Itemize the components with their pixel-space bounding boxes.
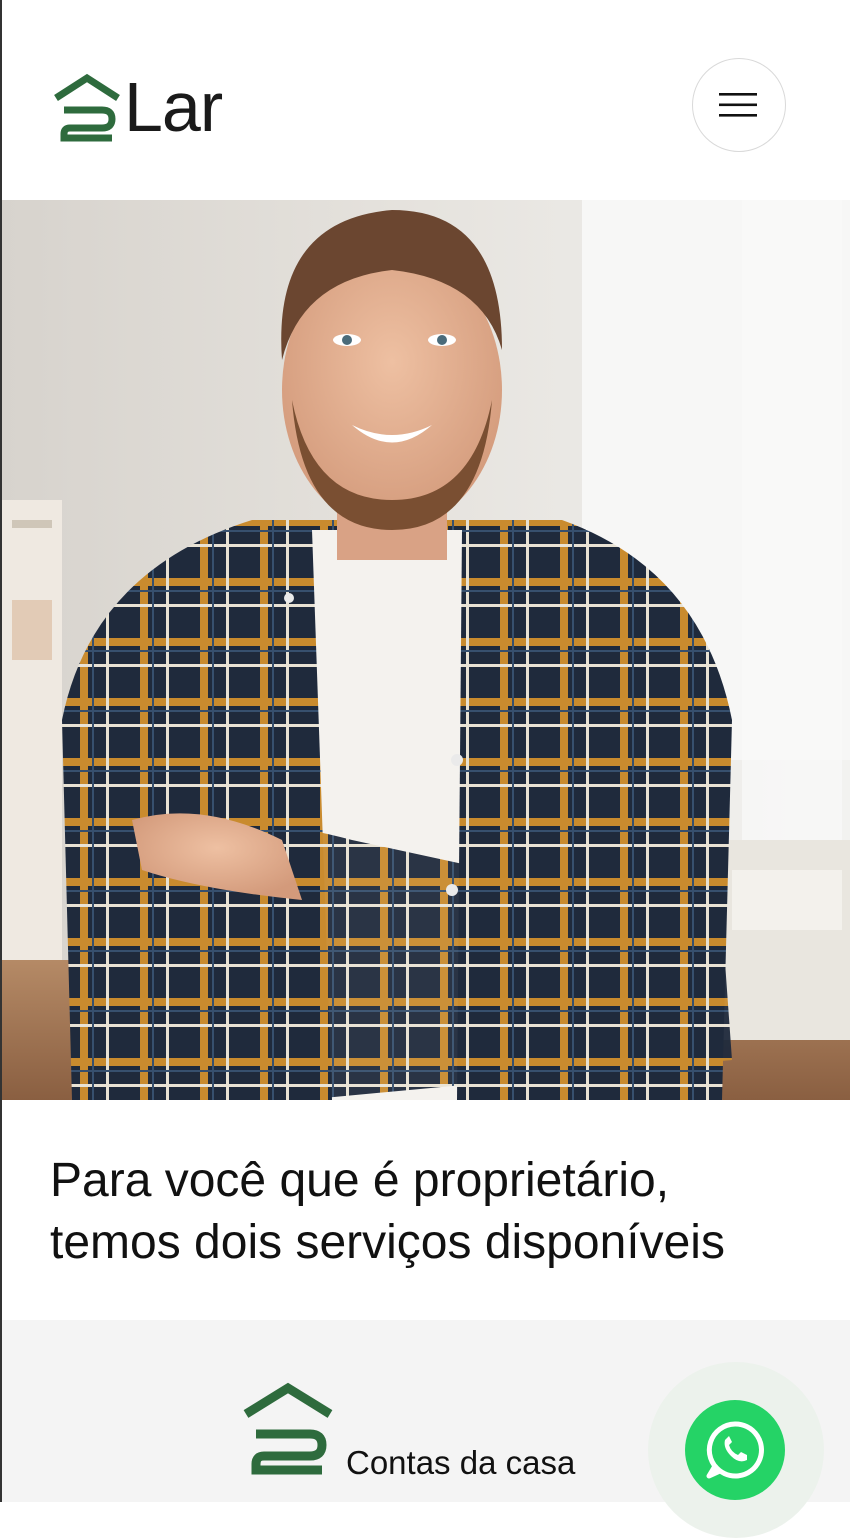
headline-section: Para você que é proprietário, temos dois… [2, 1100, 850, 1320]
brand-name: Lar [124, 68, 223, 146]
lar-logo-icon [243, 1382, 333, 1475]
service-label: Contas da casa [346, 1444, 576, 1481]
hero-photo [2, 200, 850, 1100]
brand-logo[interactable]: Lar [52, 66, 262, 142]
hero-image [2, 200, 850, 1100]
service-card-contas[interactable] [240, 1382, 630, 1502]
hamburger-icon [719, 93, 757, 117]
whatsapp-button[interactable] [685, 1400, 785, 1500]
whatsapp-icon [706, 1421, 764, 1479]
lar-logo-icon [54, 73, 120, 142]
page-headline: Para você que é proprietário, temos dois… [50, 1154, 725, 1269]
menu-button[interactable] [692, 58, 786, 152]
site-header: Lar [2, 0, 850, 200]
